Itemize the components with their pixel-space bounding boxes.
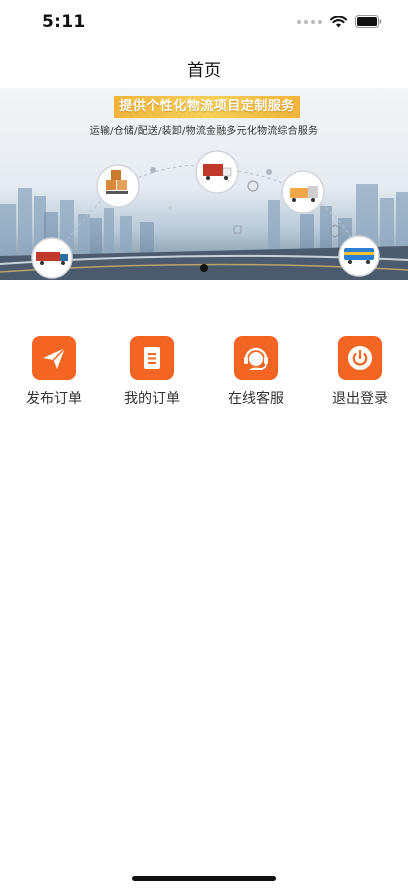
status-icons bbox=[297, 15, 382, 28]
page-title: 首页 bbox=[187, 61, 221, 81]
online-service-button[interactable]: 在线客服 bbox=[206, 336, 306, 416]
wifi-icon bbox=[330, 15, 347, 27]
nav-bar: 首页 bbox=[0, 46, 408, 88]
headset-icon bbox=[234, 336, 278, 380]
app-screen: 5:11 首页 提供个性化物流项目定制服务 运输/仓储/配送/装卸/物流金融多元… bbox=[0, 0, 408, 890]
my-orders-button[interactable]: 我的订单 bbox=[102, 336, 202, 416]
status-time: 5:11 bbox=[42, 12, 86, 32]
paper-plane-icon bbox=[32, 336, 76, 380]
banner-subtitle: 运输/仓储/配送/装卸/物流金融多元化物流综合服务 bbox=[89, 126, 319, 137]
document-icon bbox=[130, 336, 174, 380]
logout-label: 退出登录 bbox=[332, 391, 388, 407]
cellular-signal-icon bbox=[297, 19, 322, 24]
home-indicator[interactable] bbox=[132, 876, 276, 881]
online-service-label: 在线客服 bbox=[228, 391, 284, 407]
banner-carousel[interactable]: 提供个性化物流项目定制服务 运输/仓储/配送/装卸/物流金融多元化物流综合服务 bbox=[0, 88, 408, 280]
carousel-page-indicator[interactable] bbox=[200, 264, 208, 272]
publish-order-button[interactable]: 发布订单 bbox=[4, 336, 104, 416]
power-icon bbox=[338, 336, 382, 380]
my-orders-label: 我的订单 bbox=[124, 391, 180, 407]
battery-icon bbox=[355, 15, 382, 28]
quick-menu: 发布订单 我的订单 在线客服 退出登录 bbox=[0, 336, 408, 416]
publish-order-label: 发布订单 bbox=[26, 391, 82, 407]
banner-headline: 提供个性化物流项目定制服务 bbox=[114, 96, 300, 118]
status-bar: 5:11 bbox=[0, 0, 408, 46]
logout-button[interactable]: 退出登录 bbox=[310, 336, 408, 416]
